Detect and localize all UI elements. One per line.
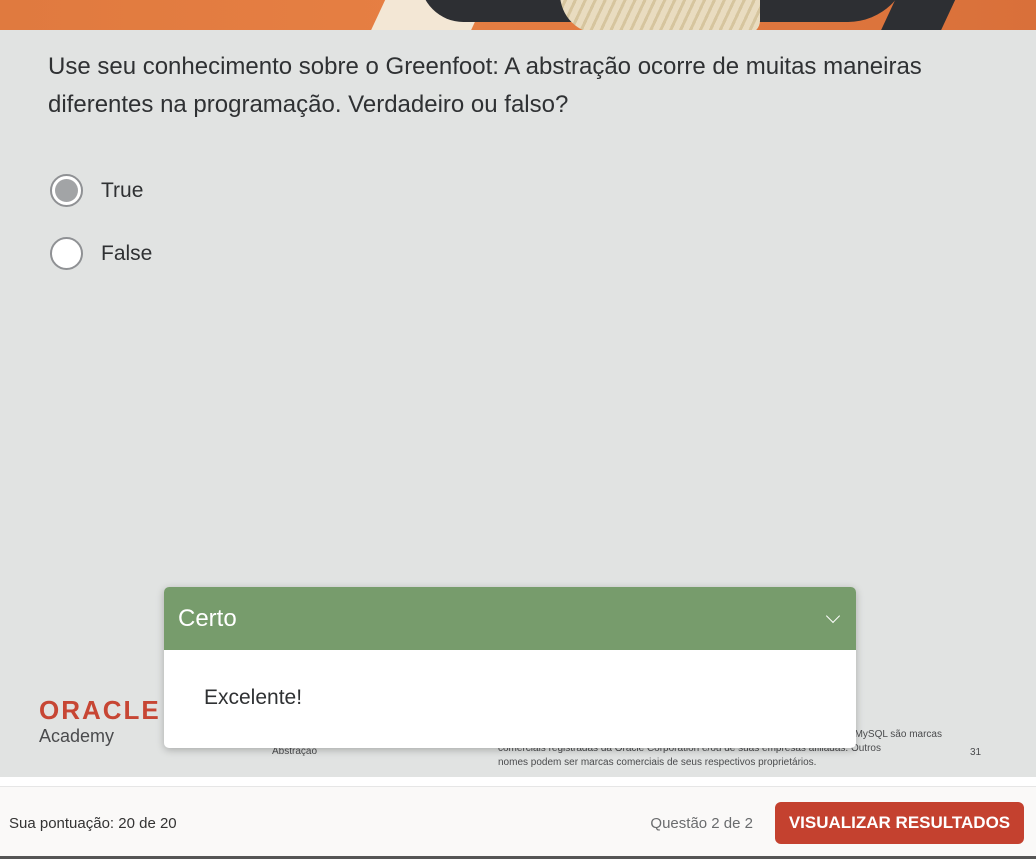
chevron-down-icon[interactable]: [825, 608, 841, 623]
question-text: Use seu conhecimento sobre o Greenfoot: …: [48, 53, 922, 118]
score-text: Sua pontuação: 20 de 20: [9, 814, 177, 832]
feedback-panel: Certo Excelente!: [164, 587, 856, 748]
feedback-message: Excelente!: [204, 686, 303, 709]
quiz-status-bar: Sua pontuação: 20 de 20 Questão 2 de 2 V…: [0, 786, 1036, 859]
slide-page-number: 31: [970, 747, 982, 758]
feedback-header[interactable]: Certo: [164, 587, 856, 650]
oracle-wordmark: ORACLE: [39, 695, 161, 725]
view-results-button[interactable]: VISUALIZAR RESULTADOS: [775, 802, 1024, 844]
academy-wordmark: Academy: [39, 726, 115, 746]
oracle-academy-logo: ORACLE Academy: [39, 696, 161, 748]
status-right-group: Questão 2 de 2 VISUALIZAR RESULTADOS: [650, 802, 1024, 844]
slide-stage: Use seu conhecimento sobre o Greenfoot: …: [0, 0, 1036, 777]
option-label: False: [101, 241, 153, 265]
question-counter: Questão 2 de 2: [650, 814, 753, 832]
option-true[interactable]: True: [50, 174, 143, 207]
option-label: True: [101, 178, 144, 202]
feedback-title: Certo: [178, 604, 237, 632]
radio-button-selected[interactable]: [50, 174, 83, 207]
radio-button[interactable]: [50, 237, 83, 270]
option-false[interactable]: False: [50, 237, 152, 270]
decorative-banner: [0, 0, 1036, 30]
